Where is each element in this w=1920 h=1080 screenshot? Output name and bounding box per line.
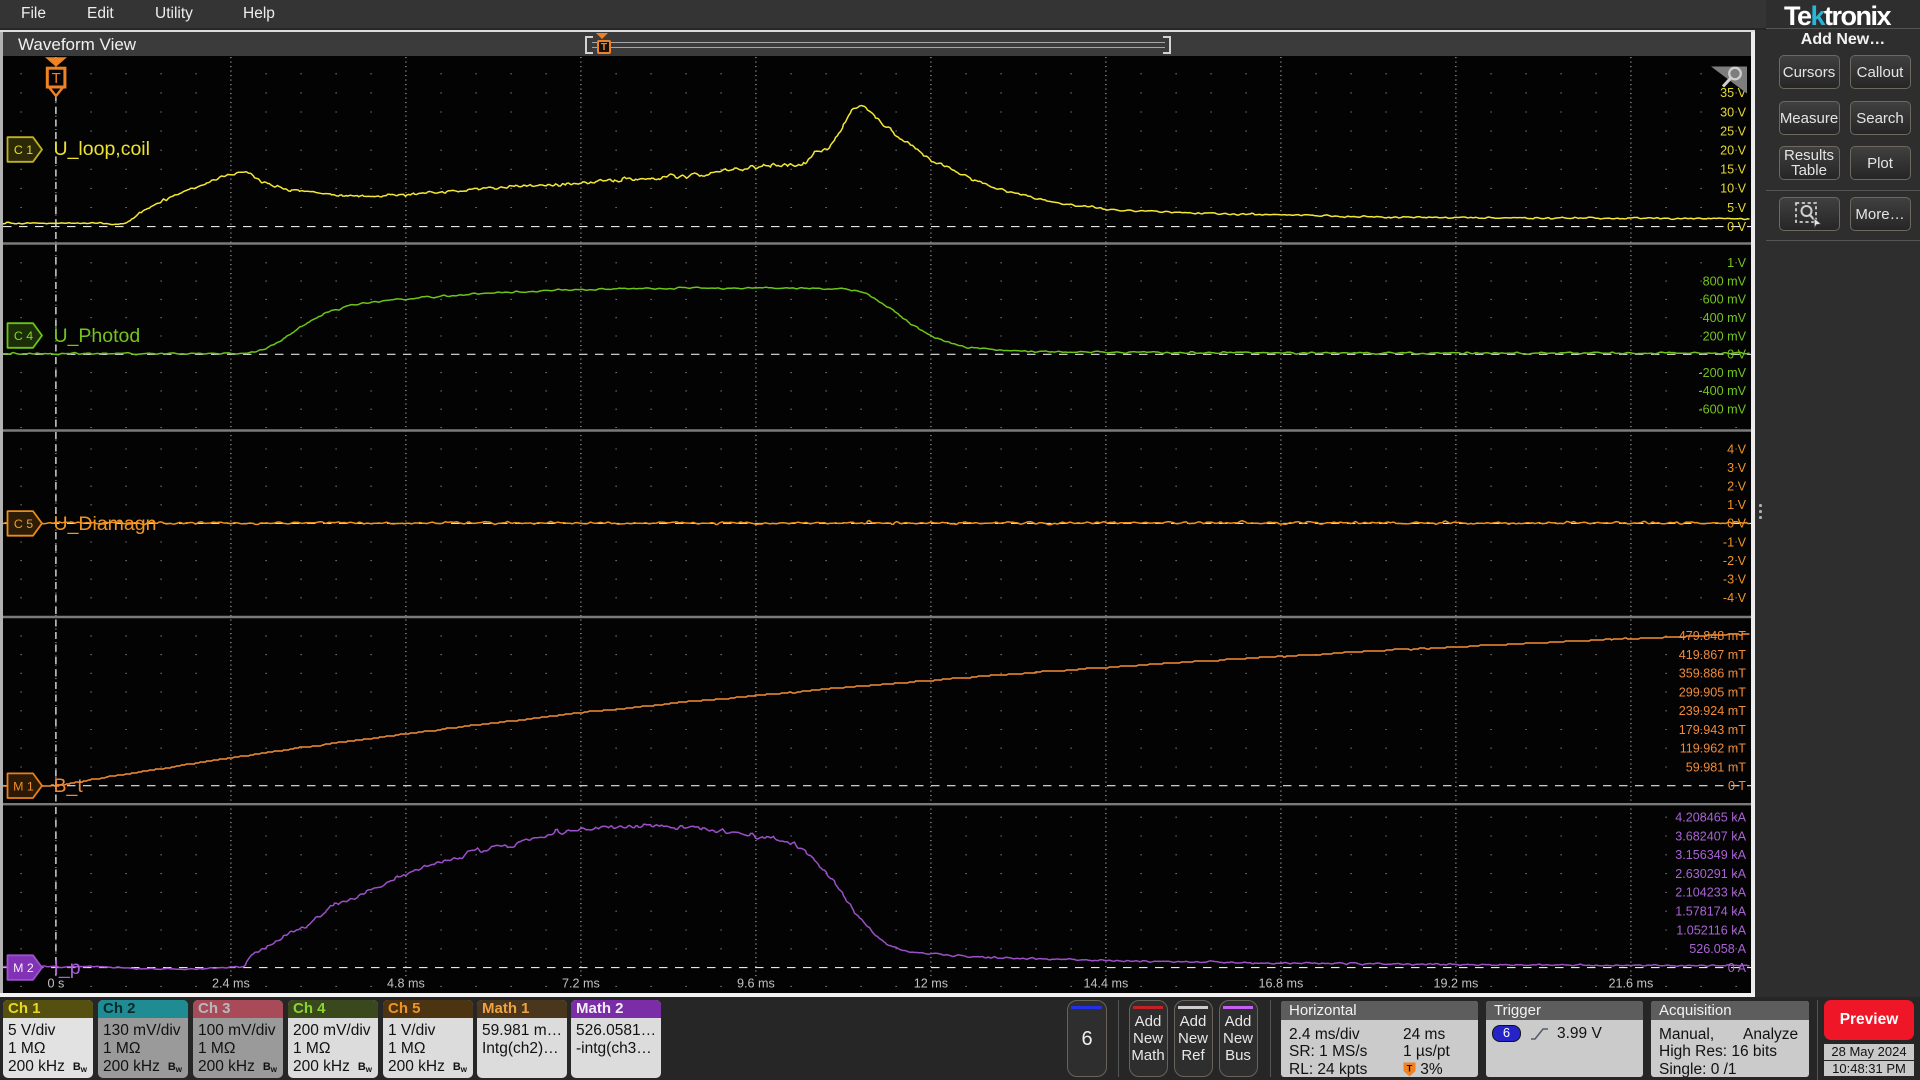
svg-text:16.8 ms: 16.8 ms — [1258, 977, 1303, 991]
svg-text:419.867 mT: 419.867 mT — [1678, 648, 1746, 662]
svg-text:30 V: 30 V — [1720, 105, 1747, 119]
svg-text:119.962 mT: 119.962 mT — [1679, 742, 1746, 756]
svg-text:2.630291 kA: 2.630291 kA — [1675, 867, 1746, 881]
svg-text:3 V: 3 V — [1727, 461, 1747, 475]
svg-text:M 2: M 2 — [13, 961, 34, 975]
svg-text:179.943 mT: 179.943 mT — [1678, 723, 1746, 737]
svg-text:479.848 mT: 479.848 mT — [1678, 629, 1746, 643]
svg-text:9.6 ms: 9.6 ms — [737, 977, 775, 991]
svg-text:4.208465 kA: 4.208465 kA — [1675, 811, 1746, 825]
svg-text:12 ms: 12 ms — [913, 977, 947, 991]
svg-text:1.052116 kA: 1.052116 kA — [1676, 923, 1746, 937]
svg-text:3.156349 kA: 3.156349 kA — [1675, 848, 1746, 862]
svg-text:25 V: 25 V — [1720, 124, 1747, 138]
svg-text:15 V: 15 V — [1720, 163, 1747, 177]
svg-text:2.104233 kA: 2.104233 kA — [1675, 886, 1746, 900]
svg-text:20 V: 20 V — [1720, 144, 1747, 158]
svg-text:U_Diamagn: U_Diamagn — [53, 513, 156, 535]
svg-text:526.058 A: 526.058 A — [1689, 942, 1746, 956]
svg-text:0 V: 0 V — [1727, 220, 1747, 234]
svg-text:B_t: B_t — [53, 775, 83, 797]
svg-text:4 V: 4 V — [1727, 442, 1747, 456]
svg-text:M 1: M 1 — [13, 779, 34, 793]
svg-text:1 V: 1 V — [1727, 256, 1747, 270]
svg-text:-3 V: -3 V — [1722, 573, 1746, 587]
svg-text:0 T: 0 T — [1728, 779, 1746, 793]
svg-text:C 4: C 4 — [13, 329, 32, 343]
svg-text:-1 V: -1 V — [1722, 535, 1746, 549]
svg-text:59.981 mT: 59.981 mT — [1685, 760, 1746, 774]
svg-text:7.2 ms: 7.2 ms — [562, 977, 600, 991]
svg-text:800 mV: 800 mV — [1702, 274, 1746, 288]
svg-text:2 V: 2 V — [1727, 480, 1747, 494]
svg-text:C 1: C 1 — [13, 143, 32, 157]
svg-text:4.8 ms: 4.8 ms — [387, 977, 425, 991]
svg-text:2.4 ms: 2.4 ms — [212, 977, 250, 991]
svg-text:T: T — [51, 70, 60, 87]
svg-text:U_Photod: U_Photod — [53, 325, 140, 347]
svg-text:-200 mV: -200 mV — [1698, 366, 1746, 380]
svg-text:19.2 ms: 19.2 ms — [1433, 977, 1478, 991]
svg-text:239.924 mT: 239.924 mT — [1678, 704, 1746, 718]
svg-text:3.682407 kA: 3.682407 kA — [1675, 829, 1746, 843]
svg-text:14.4 ms: 14.4 ms — [1083, 977, 1128, 991]
svg-text:U_loop,coil: U_loop,coil — [53, 138, 149, 160]
svg-text:299.905 mT: 299.905 mT — [1678, 685, 1746, 699]
svg-text:T: T — [1407, 1064, 1413, 1074]
svg-text:21.6 ms: 21.6 ms — [1608, 977, 1653, 991]
svg-text:600 mV: 600 mV — [1702, 293, 1746, 307]
svg-text:-400 mV: -400 mV — [1698, 384, 1746, 398]
svg-text:-4 V: -4 V — [1722, 591, 1746, 605]
svg-text:-600 mV: -600 mV — [1698, 403, 1746, 417]
svg-text:1.578174 kA: 1.578174 kA — [1675, 905, 1746, 919]
svg-text:1 V: 1 V — [1727, 498, 1747, 512]
svg-text:0 V: 0 V — [1727, 348, 1747, 362]
svg-text:359.886 mT: 359.886 mT — [1678, 667, 1746, 681]
svg-text:C 5: C 5 — [13, 517, 32, 531]
svg-text:400 mV: 400 mV — [1702, 311, 1746, 325]
svg-text:0 A: 0 A — [1727, 961, 1746, 975]
svg-text:-2 V: -2 V — [1722, 554, 1746, 568]
svg-text:10 V: 10 V — [1720, 182, 1747, 196]
svg-text:I_p: I_p — [53, 957, 80, 979]
svg-text:0 V: 0 V — [1727, 517, 1747, 531]
svg-text:200 mV: 200 mV — [1702, 329, 1746, 343]
svg-text:5 V: 5 V — [1727, 201, 1747, 215]
